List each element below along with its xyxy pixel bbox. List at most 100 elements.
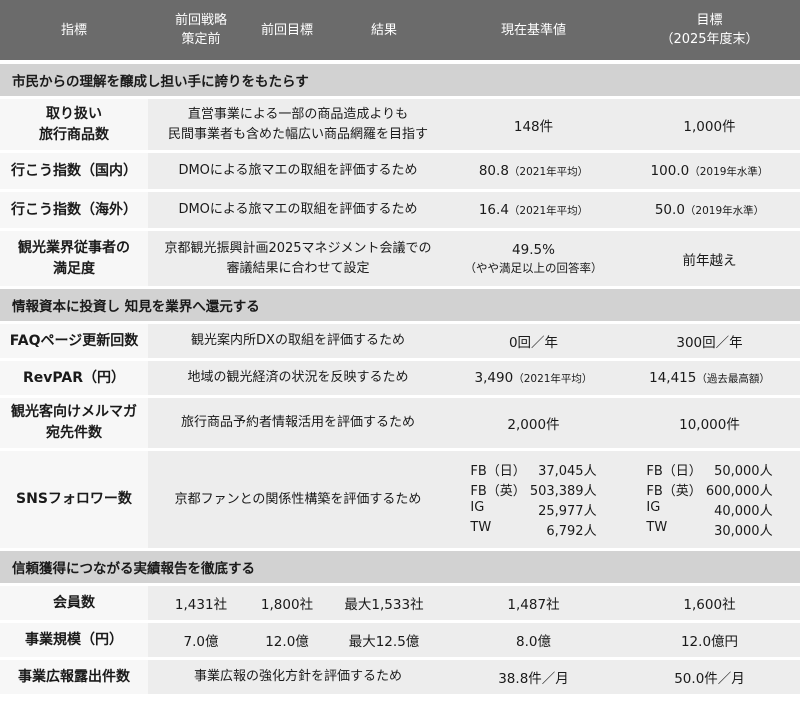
indicator-cell: 行こう指数（国内） bbox=[0, 153, 148, 192]
section-title: 信頼獲得につながる実績報告を徹底する bbox=[0, 551, 800, 586]
prev-target-value: 1,800社 bbox=[254, 586, 320, 623]
current-note: （2021年平均） bbox=[513, 373, 593, 385]
current-value: 1,487社 bbox=[448, 586, 619, 623]
current-value: FB（日） 37,045人 FB（英） 503,389人 IG 25,977人 TW 6… bbox=[448, 451, 619, 551]
current-note: （やや満足以上の回答率） bbox=[464, 260, 603, 275]
sns-label: FB（英） bbox=[470, 484, 526, 499]
rationale-cell: 直営事業による一部の商品造成よりも 民間事業者も含めた幅広い商品網羅を目指す bbox=[148, 99, 448, 153]
sns-count: 50,000人 bbox=[714, 464, 773, 479]
current-number: 49.5% bbox=[512, 241, 555, 258]
target-note: （2019年水準） bbox=[684, 205, 765, 217]
header-prev-strategy: 前回戦略 策定前 bbox=[148, 0, 254, 64]
indicator-cell: RevPAR（円） bbox=[0, 361, 148, 398]
current-value: 16.4（2021年平均） bbox=[448, 192, 619, 231]
indicator-line1: 取り扱い bbox=[46, 105, 102, 122]
section-row: 信頼獲得につながる実績報告を徹底する bbox=[0, 551, 800, 586]
target-number: 100.0 bbox=[650, 163, 690, 179]
target-value: 12.0億円 bbox=[619, 623, 800, 660]
sns-label: TW bbox=[470, 520, 492, 535]
section-row: 情報資本に投資し 知見を業界へ還元する bbox=[0, 289, 800, 324]
sns-count: 30,000人 bbox=[714, 524, 773, 539]
rationale-line1: 京都観光振興計画2025マネジメント会議での bbox=[164, 240, 432, 256]
rationale-cell: 事業広報の強化方針を評価するため bbox=[148, 660, 448, 697]
target-value: 14,415（過去最高額） bbox=[619, 361, 800, 398]
target-value: 300回／年 bbox=[619, 324, 800, 361]
indicator-cell: 取り扱い 旅行商品数 bbox=[0, 99, 148, 153]
table-row: RevPAR（円） 地域の観光経済の状況を反映するため 3,490（2021年平… bbox=[0, 361, 800, 398]
current-value: 0回／年 bbox=[448, 324, 619, 361]
prev-value: 1,431社 bbox=[148, 586, 254, 623]
prev-value: 7.0億 bbox=[148, 623, 254, 660]
result-value: 最大12.5億 bbox=[320, 623, 448, 660]
indicator-line1: 観光客向けメルマガ bbox=[11, 404, 137, 420]
sns-label: FB（英） bbox=[646, 484, 702, 499]
current-value: 148件 bbox=[448, 99, 619, 153]
indicator-line2: 旅行商品数 bbox=[39, 126, 109, 143]
indicator-cell: 事業広報露出件数 bbox=[0, 660, 148, 697]
header-target-line2: （2025年度末） bbox=[660, 32, 759, 47]
indicator-cell: 事業規模（円） bbox=[0, 623, 148, 660]
header-indicator: 指標 bbox=[0, 0, 148, 64]
header-prev-target: 前回目標 bbox=[254, 0, 320, 64]
table-row: SNSフォロワー数 京都ファンとの関係性構築を評価するため FB（日） 37,04… bbox=[0, 451, 800, 551]
sns-count: 6,792人 bbox=[546, 524, 597, 539]
target-value: 1,600社 bbox=[619, 586, 800, 623]
target-value: 100.0（2019年水準） bbox=[619, 153, 800, 192]
target-note: （2019年水準） bbox=[689, 166, 769, 178]
header-row: 指標 前回戦略 策定前 前回目標 結果 現在基準値 目標 （2025年度末） bbox=[0, 0, 800, 64]
target-note: （過去最高額） bbox=[696, 373, 770, 385]
sns-target-list: FB（日） 50,000人 FB（英） 600,000人 IG 40,000人 TW 3… bbox=[646, 460, 772, 539]
rationale-cell: DMOによる旅マエの取組を評価するため bbox=[148, 153, 448, 192]
sns-label: TW bbox=[646, 520, 668, 535]
rationale-cell: 京都ファンとの関係性構築を評価するため bbox=[148, 451, 448, 551]
current-number: 3,490 bbox=[474, 370, 514, 386]
sns-label: IG bbox=[646, 500, 661, 515]
current-value: 8.0億 bbox=[448, 623, 619, 660]
current-number: 16.4 bbox=[478, 202, 509, 218]
sns-label: FB（日） bbox=[646, 464, 702, 479]
indicator-cell: SNSフォロワー数 bbox=[0, 451, 148, 551]
header-result: 結果 bbox=[320, 0, 448, 64]
header-target: 目標 （2025年度末） bbox=[619, 0, 800, 64]
current-value: 3,490（2021年平均） bbox=[448, 361, 619, 398]
sns-count: 503,389人 bbox=[529, 484, 597, 499]
rationale-cell: 地域の観光経済の状況を反映するため bbox=[148, 361, 448, 398]
indicator-cell: 観光客向けメルマガ 宛先件数 bbox=[0, 398, 148, 451]
rationale-line2: 審議結果に合わせて設定 bbox=[226, 260, 370, 276]
section-title: 市民からの理解を醸成し担い手に誇りをもたらす bbox=[0, 64, 800, 99]
table-row: FAQページ更新回数 観光案内所DXの取組を評価するため 0回／年 300回／年 bbox=[0, 324, 800, 361]
table-row: 会員数 1,431社 1,800社 最大1,533社 1,487社 1,600社 bbox=[0, 586, 800, 623]
current-note: （2021年平均） bbox=[508, 166, 589, 178]
indicator-line2: 宛先件数 bbox=[46, 425, 102, 441]
table-row: 行こう指数（国内） DMOによる旅マエの取組を評価するため 80.8（2021年… bbox=[0, 153, 800, 192]
section-title: 情報資本に投資し 知見を業界へ還元する bbox=[0, 289, 800, 324]
header-target-line1: 目標 bbox=[696, 13, 723, 28]
header-prev-strategy-line1: 前回戦略 bbox=[174, 13, 227, 28]
target-value: FB（日） 50,000人 FB（英） 600,000人 IG 40,000人 TW 3… bbox=[619, 451, 800, 551]
sns-count: 600,000人 bbox=[705, 484, 773, 499]
header-current: 現在基準値 bbox=[448, 0, 619, 64]
indicator-cell: FAQページ更新回数 bbox=[0, 324, 148, 361]
table-row: 事業規模（円） 7.0億 12.0億 最大12.5億 8.0億 12.0億円 bbox=[0, 623, 800, 660]
indicator-cell: 観光業界従事者の 満足度 bbox=[0, 231, 148, 289]
sns-label: IG bbox=[470, 500, 485, 515]
table-row: 取り扱い 旅行商品数 直営事業による一部の商品造成よりも 民間事業者も含めた幅広… bbox=[0, 99, 800, 153]
table-row: 行こう指数（海外） DMOによる旅マエの取組を評価するため 16.4（2021年… bbox=[0, 192, 800, 231]
result-value: 最大1,533社 bbox=[320, 586, 448, 623]
current-value: 80.8（2021年平均） bbox=[448, 153, 619, 192]
rationale-cell: 観光案内所DXの取組を評価するため bbox=[148, 324, 448, 361]
rationale-cell: 京都観光振興計画2025マネジメント会議での 審議結果に合わせて設定 bbox=[148, 231, 448, 289]
sns-count: 37,045人 bbox=[538, 464, 597, 479]
table-row: 事業広報露出件数 事業広報の強化方針を評価するため 38.8件／月 50.0件／… bbox=[0, 660, 800, 697]
indicator-cell: 会員数 bbox=[0, 586, 148, 623]
sns-count: 40,000人 bbox=[714, 504, 773, 519]
target-value: 前年越え bbox=[619, 231, 800, 289]
target-number: 50.0 bbox=[654, 202, 685, 218]
sns-current-list: FB（日） 37,045人 FB（英） 503,389人 IG 25,977人 TW 6… bbox=[470, 460, 596, 539]
target-value: 50.0件／月 bbox=[619, 660, 800, 697]
target-value: 10,000件 bbox=[619, 398, 800, 451]
indicator-cell: 行こう指数（海外） bbox=[0, 192, 148, 231]
table-row: 観光業界従事者の 満足度 京都観光振興計画2025マネジメント会議での 審議結果… bbox=[0, 231, 800, 289]
target-value: 50.0（2019年水準） bbox=[619, 192, 800, 231]
kpi-table: 指標 前回戦略 策定前 前回目標 結果 現在基準値 目標 （2025年度末） 市… bbox=[0, 0, 800, 697]
